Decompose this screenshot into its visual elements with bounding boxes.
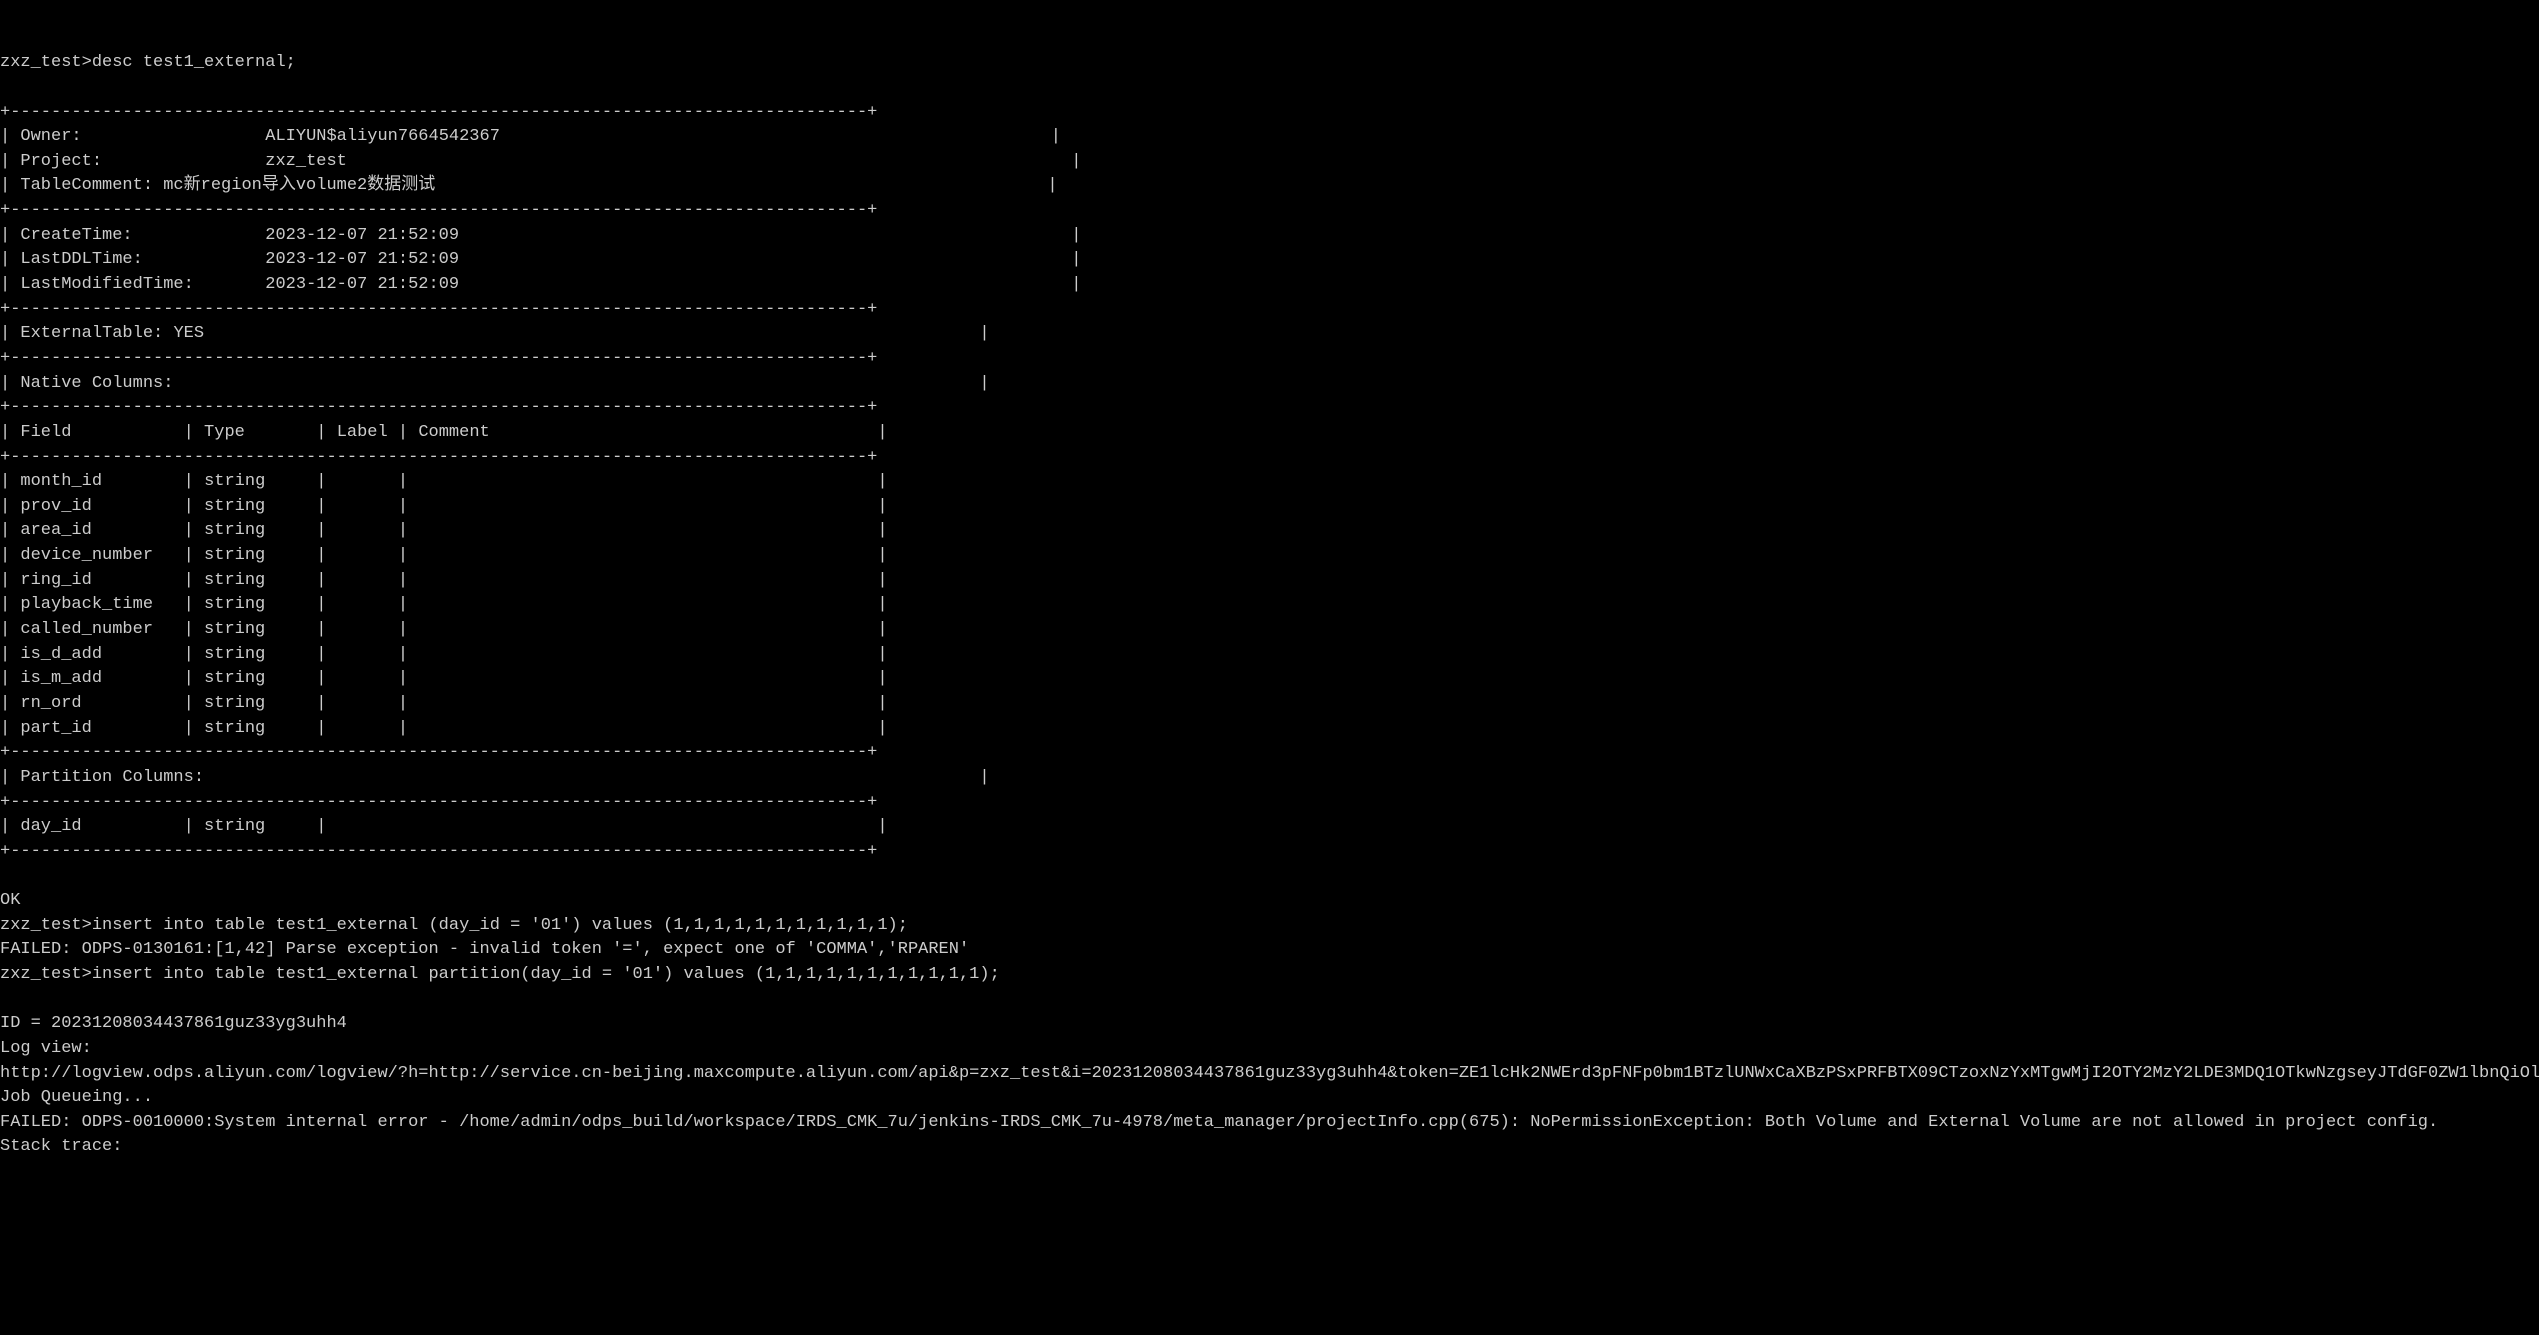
logview-label: Log view: — [0, 1039, 92, 1058]
table-border: +---------------------------------------… — [0, 300, 877, 319]
table-row: | month_id | string | | | — [0, 472, 888, 491]
logview-url: http://logview.odps.aliyun.com/logview/?… — [0, 1064, 2539, 1083]
table-row: | Owner: ALIYUN$aliyun7664542367 | — [0, 127, 1061, 146]
table-row: | day_id | string | | — [0, 817, 888, 836]
table-row: | TableComment: mc新region导入volume2数据测试 | — [0, 176, 1058, 195]
table-row: | Native Columns: | — [0, 374, 990, 393]
table-border: +---------------------------------------… — [0, 842, 877, 861]
table-row: | ExternalTable: YES | — [0, 324, 990, 343]
table-row: | LastModifiedTime: 2023-12-07 21:52:09 … — [0, 275, 1081, 294]
table-row: | part_id | string | | | — [0, 719, 888, 738]
table-border: +---------------------------------------… — [0, 398, 877, 417]
queueing-line: Job Queueing... — [0, 1088, 153, 1107]
table-header-row: | Field | Type | Label | Comment | — [0, 423, 888, 442]
table-row: | Partition Columns: | — [0, 768, 990, 787]
table-row: | prov_id | string | | | — [0, 497, 888, 516]
prompt-line: zxz_test>insert into table test1_externa… — [0, 916, 908, 935]
table-row: | is_d_add | string | | | — [0, 645, 888, 664]
table-border: +---------------------------------------… — [0, 448, 877, 467]
table-row: | device_number | string | | | — [0, 546, 888, 565]
table-row: | called_number | string | | | — [0, 620, 888, 639]
prompt-line: zxz_test>insert into table test1_externa… — [0, 965, 1000, 984]
stack-trace-line: Stack trace: — [0, 1137, 122, 1156]
table-row: | rn_ord | string | | | — [0, 694, 888, 713]
table-row: | ring_id | string | | | — [0, 571, 888, 590]
table-border: +---------------------------------------… — [0, 349, 877, 368]
table-row: | CreateTime: 2023-12-07 21:52:09 | — [0, 226, 1081, 245]
table-border: +---------------------------------------… — [0, 201, 877, 220]
table-border: +---------------------------------------… — [0, 743, 877, 762]
id-line: ID = 20231208034437861guz33yg3uhh4 — [0, 1014, 347, 1033]
table-row: | playback_time | string | | | — [0, 595, 888, 614]
ok-line: OK — [0, 891, 20, 910]
prompt-line: zxz_test>desc test1_external; — [0, 53, 296, 72]
terminal-output: zxz_test>desc test1_external; +---------… — [0, 27, 2539, 1160]
table-border: +---------------------------------------… — [0, 103, 877, 122]
table-row: | Project: zxz_test | — [0, 152, 1081, 171]
table-row: | is_m_add | string | | | — [0, 669, 888, 688]
error-line: FAILED: ODPS-0010000:System internal err… — [0, 1113, 2438, 1132]
table-row: | area_id | string | | | — [0, 521, 888, 540]
error-line: FAILED: ODPS-0130161:[1,42] Parse except… — [0, 940, 969, 959]
table-row: | LastDDLTime: 2023-12-07 21:52:09 | — [0, 250, 1081, 269]
table-border: +---------------------------------------… — [0, 793, 877, 812]
